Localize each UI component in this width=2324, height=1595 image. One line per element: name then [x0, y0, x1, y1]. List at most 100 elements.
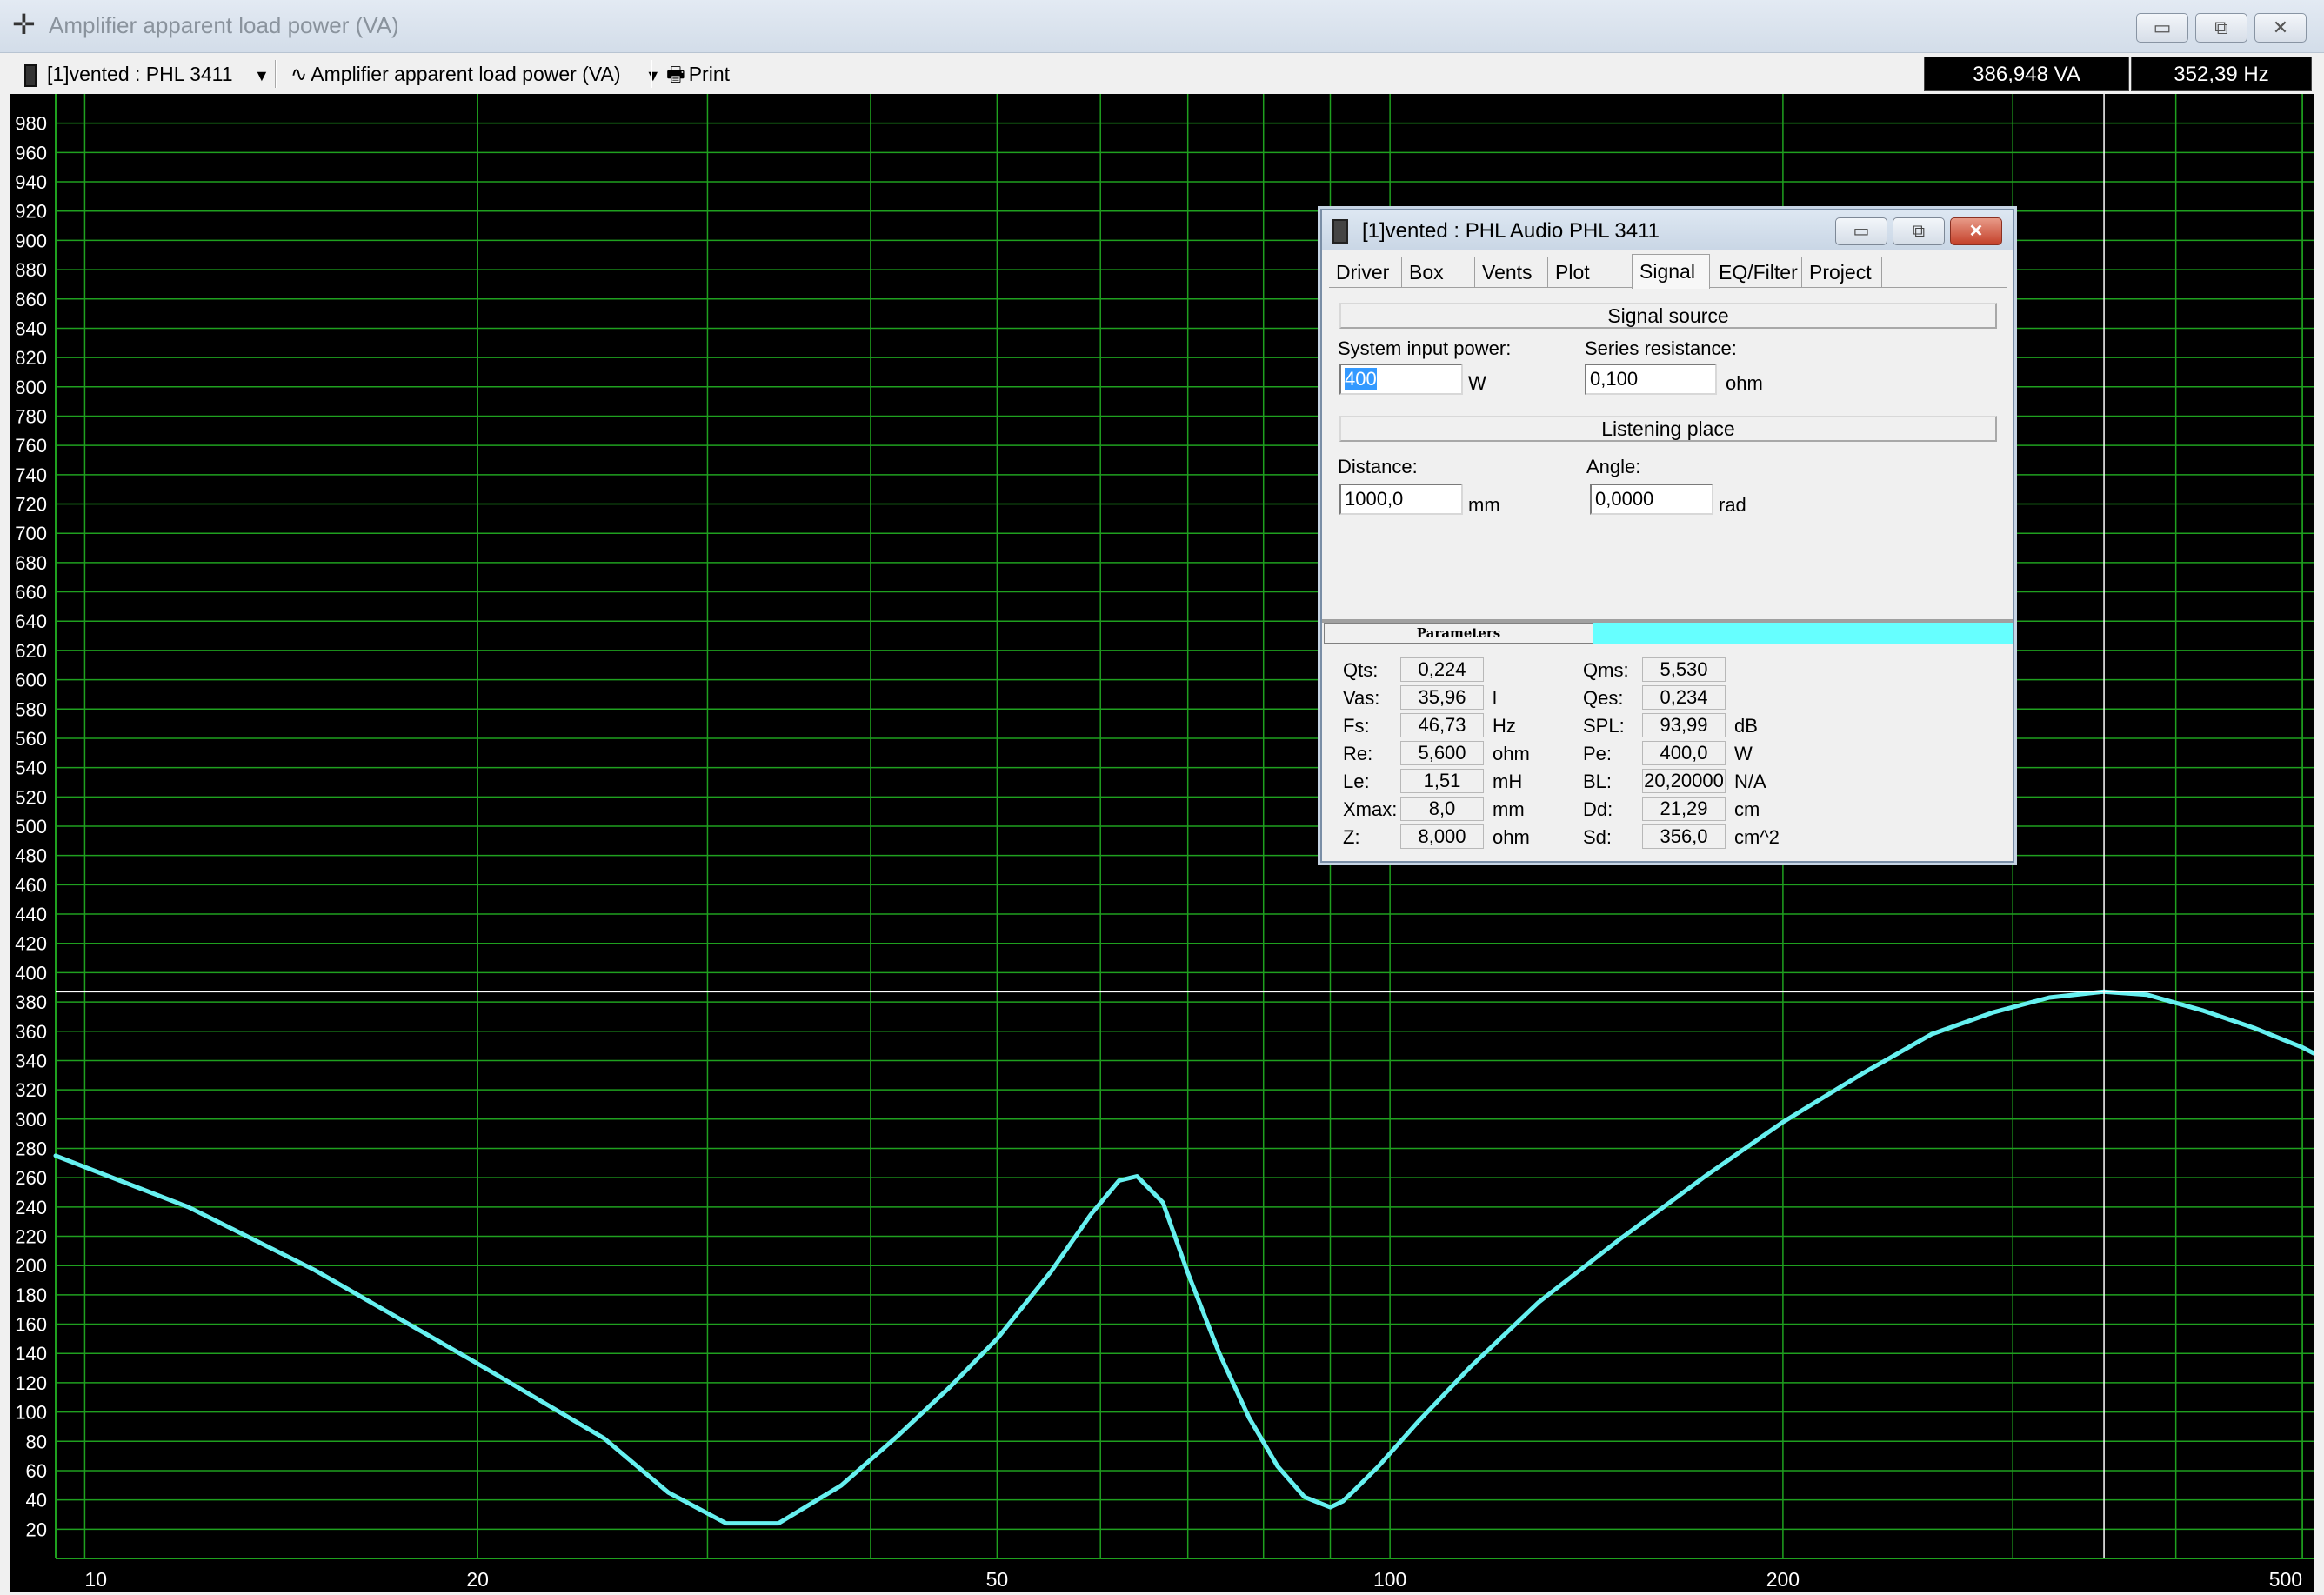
- x-tick-label: 50: [986, 1568, 1009, 1591]
- tab-eq-filter[interactable]: EQ/Filter: [1712, 257, 1802, 287]
- param-label: Qes:: [1583, 687, 1624, 709]
- print-button[interactable]: 🖶 Print: [666, 60, 730, 88]
- y-tick-label: 440: [15, 904, 47, 925]
- y-tick-label: 60: [26, 1460, 47, 1482]
- y-tick-label: 300: [15, 1109, 47, 1131]
- param-label: Sd:: [1583, 826, 1613, 848]
- tab-driver[interactable]: Driver: [1329, 257, 1402, 287]
- y-tick-label: 920: [15, 201, 47, 223]
- minimize-button[interactable]: ▭: [2136, 13, 2188, 43]
- parameters-tab[interactable]: Parameters: [1324, 623, 1593, 644]
- series-resistance-unit: ohm: [1726, 372, 1763, 394]
- chart-type-dropdown[interactable]: ∿ Amplifier apparent load power (VA) ▼: [290, 60, 661, 90]
- distance-field[interactable]: 1000,0: [1339, 484, 1463, 515]
- input-power-field[interactable]: 400: [1339, 364, 1463, 395]
- y-tick-label: 980: [15, 113, 47, 135]
- dialog-close-button[interactable]: ✕: [1950, 217, 2002, 245]
- tab-plot[interactable]: Plot: [1548, 257, 1619, 287]
- y-tick-label: 100: [15, 1402, 47, 1424]
- param-unit: ohm: [1493, 743, 1530, 764]
- project-dropdown[interactable]: [1]vented : PHL 3411 ▼: [24, 60, 270, 90]
- y-tick-label: 900: [15, 230, 47, 251]
- param-value: 35,96: [1400, 685, 1484, 710]
- param-value: 8,0: [1400, 797, 1484, 821]
- y-tick-label: 160: [15, 1314, 47, 1336]
- y-tick-label: 580: [15, 698, 47, 720]
- minimize-icon: ▭: [2153, 17, 2172, 38]
- param-label: Le:: [1343, 771, 1370, 792]
- param-unit: mm: [1493, 798, 1525, 820]
- angle-field[interactable]: 0,0000: [1590, 484, 1713, 515]
- y-tick-label: 220: [15, 1226, 47, 1248]
- param-unit: cm: [1734, 798, 1760, 820]
- dialog-minimize-button[interactable]: ▭: [1835, 217, 1887, 245]
- restore-icon: ⧉: [1912, 222, 1926, 241]
- toolbar-separator: [651, 60, 652, 88]
- y-tick-label: 760: [15, 435, 47, 457]
- series-resistance-field[interactable]: 0,100: [1585, 364, 1717, 395]
- speaker-icon: [24, 63, 37, 87]
- y-tick-label: 620: [15, 640, 47, 662]
- dialog-maximize-button[interactable]: ⧉: [1893, 217, 1945, 245]
- y-tick-label: 700: [15, 523, 47, 544]
- y-tick-label: 800: [15, 377, 47, 398]
- y-tick-label: 340: [15, 1050, 47, 1071]
- param-label: Z:: [1343, 826, 1360, 848]
- param-unit: W: [1734, 743, 1753, 764]
- y-tick-label: 740: [15, 464, 47, 486]
- param-label: Dd:: [1583, 798, 1613, 820]
- param-label: Re:: [1343, 743, 1373, 764]
- angle-label: Angle:: [1586, 456, 1641, 477]
- param-unit: N/A: [1734, 771, 1766, 792]
- angle-unit: rad: [1719, 494, 1746, 516]
- y-tick-label: 240: [15, 1197, 47, 1218]
- param-value: 21,29: [1642, 797, 1726, 821]
- param-label: Qms:: [1583, 659, 1629, 681]
- y-tick-label: 500: [15, 816, 47, 838]
- crosshair-icon: ✛: [12, 9, 36, 40]
- dialog-tabs: Driver Box Vents Plot Signal EQ/Filter P…: [1329, 254, 2007, 289]
- tab-box[interactable]: Box: [1402, 257, 1475, 287]
- y-tick-label: 20: [26, 1518, 47, 1540]
- param-value: 20,20000: [1642, 769, 1726, 793]
- frequency-readout: 352,39 Hz: [2131, 57, 2312, 91]
- y-tick-label: 120: [15, 1372, 47, 1394]
- close-button[interactable]: ✕: [2254, 13, 2307, 43]
- chevron-down-icon: ▼: [644, 67, 661, 84]
- param-value: 400,0: [1642, 741, 1726, 765]
- param-value: 0,234: [1642, 685, 1726, 710]
- param-value: 356,0: [1642, 824, 1726, 849]
- param-value: 1,51: [1400, 769, 1484, 793]
- y-tick-label: 540: [15, 757, 47, 779]
- tab-project[interactable]: Project: [1802, 257, 1882, 287]
- distance-unit: mm: [1468, 494, 1500, 516]
- y-tick-label: 460: [15, 874, 47, 896]
- series-resistance-label: Series resistance:: [1585, 337, 1737, 359]
- param-label: Pe:: [1583, 743, 1613, 764]
- value-readout: 386,948 VA: [1924, 57, 2129, 91]
- param-label: Vas:: [1343, 687, 1380, 709]
- distance-label: Distance:: [1338, 456, 1418, 477]
- y-tick-label: 600: [15, 670, 47, 691]
- param-label: Xmax:: [1343, 798, 1398, 820]
- window-title-bar[interactable]: ✛ Amplifier apparent load power (VA) ▭ ⧉…: [0, 0, 2324, 53]
- maximize-button[interactable]: ⧉: [2195, 13, 2247, 43]
- input-power-value: 400: [1345, 368, 1377, 390]
- y-tick-label: 260: [15, 1167, 47, 1189]
- y-tick-label: 660: [15, 582, 47, 604]
- project-dropdown-value: [1]vented : PHL 3411: [47, 63, 233, 85]
- param-value: 8,000: [1400, 824, 1484, 849]
- y-tick-label: 280: [15, 1138, 47, 1159]
- print-label: Print: [688, 63, 731, 85]
- close-icon: ✕: [2272, 17, 2289, 38]
- dialog-title: [1]vented : PHL Audio PHL 3411: [1362, 219, 1660, 243]
- param-unit: mH: [1493, 771, 1523, 792]
- dialog-title-bar[interactable]: [1]vented : PHL Audio PHL 3411 ▭ ⧉ ✕: [1322, 210, 2013, 250]
- param-value: 5,530: [1642, 657, 1726, 682]
- tab-signal[interactable]: Signal: [1632, 254, 1710, 289]
- x-tick-label: 500: [2269, 1568, 2302, 1591]
- param-value: 5,600: [1400, 741, 1484, 765]
- y-tick-label: 420: [15, 933, 47, 955]
- y-tick-label: 940: [15, 171, 47, 193]
- tab-vents[interactable]: Vents: [1475, 257, 1548, 287]
